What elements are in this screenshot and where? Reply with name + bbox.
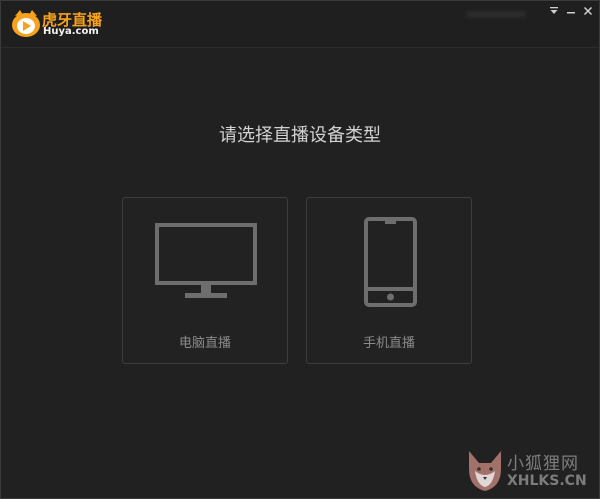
titlebar[interactable]: 虎牙直播 Huya.com xxxxxxxxxxx <box>1 1 599 48</box>
phone-live-option[interactable]: 手机直播 <box>306 197 472 364</box>
username-label[interactable]: xxxxxxxxxxx <box>467 10 539 20</box>
pc-live-label: 电脑直播 <box>178 336 231 351</box>
triangle-down-icon <box>550 7 558 14</box>
monitor-icon <box>155 223 257 298</box>
watermark: 小狐狸网 XHLKS.CN <box>463 447 597 497</box>
huya-logo-icon <box>12 10 40 37</box>
pc-live-option[interactable]: 电脑直播 <box>122 197 288 364</box>
page-title: 请选择直播设备类型 <box>219 125 381 146</box>
app-window: 虎牙直播 Huya.com xxxxxxxxxxx 请选择直播设备类型 电脑直播… <box>0 0 600 499</box>
huya-logo: 虎牙直播 Huya.com <box>11 9 103 39</box>
phone-icon <box>364 217 417 307</box>
dropdown-button[interactable] <box>547 5 561 19</box>
logo-subtext: Huya.com <box>43 26 99 37</box>
close-button[interactable] <box>581 5 595 19</box>
phone-live-label: 手机直播 <box>362 336 415 351</box>
watermark-text-cn: 小狐狸网 <box>507 454 579 474</box>
close-icon <box>583 6 593 16</box>
fox-icon <box>469 451 501 491</box>
minimize-button[interactable] <box>564 5 578 19</box>
minimize-icon <box>567 12 575 14</box>
watermark-text-en: XHLKS.CN <box>507 473 587 489</box>
